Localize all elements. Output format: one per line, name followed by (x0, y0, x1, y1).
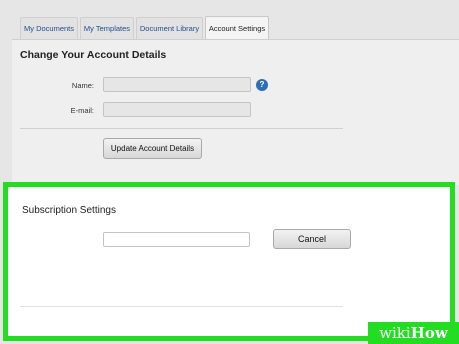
watermark-part1: wiki (379, 324, 411, 342)
subscription-divider (20, 306, 343, 307)
tab-bar: My Documents My Templates Document Libra… (0, 0, 459, 40)
email-label: E-mail: (70, 106, 94, 115)
tab-my-templates[interactable]: My Templates (80, 17, 134, 39)
help-icon[interactable]: ? (256, 79, 268, 91)
tab-my-documents[interactable]: My Documents (20, 17, 78, 39)
tab-account-settings[interactable]: Account Settings (205, 16, 269, 40)
cancel-button[interactable]: Cancel (273, 229, 351, 249)
name-input[interactable] (103, 77, 251, 92)
wikihow-watermark: wikiHow (368, 322, 459, 344)
watermark-part2: How (410, 324, 448, 342)
account-divider (20, 128, 343, 129)
update-account-button[interactable]: Update Account Details (103, 138, 202, 159)
change-account-heading: Change Your Account Details (20, 49, 167, 61)
email-input[interactable] (103, 102, 251, 117)
name-label: Name: (71, 81, 94, 90)
subscription-input[interactable] (103, 232, 250, 247)
tab-document-library[interactable]: Document Library (136, 17, 203, 39)
subscription-heading: Subscription Settings (22, 205, 116, 216)
